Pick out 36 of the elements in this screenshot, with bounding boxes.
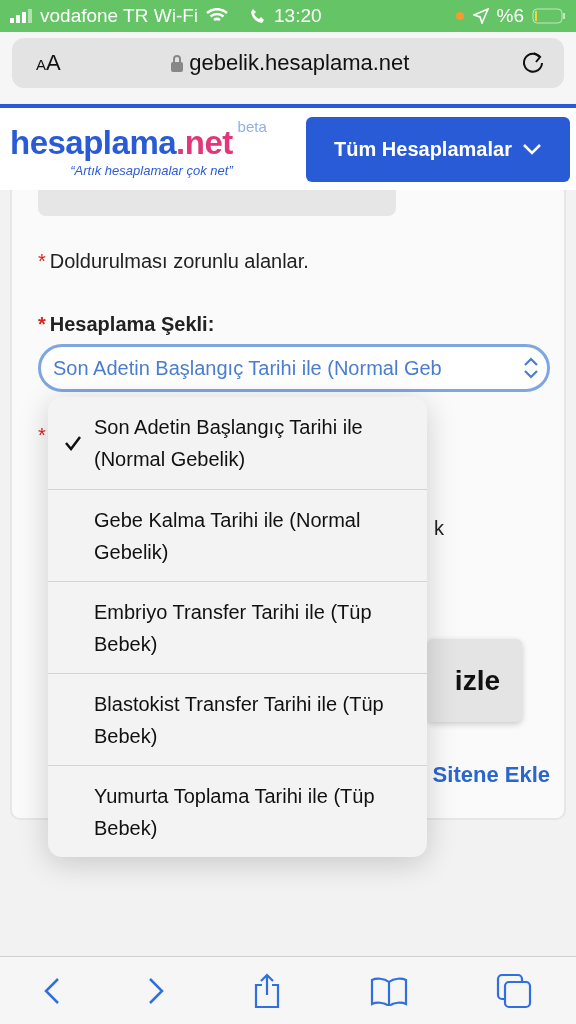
required-mark: * [38,424,46,447]
carrier-name: vodafone TR Wi-Fi [40,5,199,27]
chevron-down-icon [521,143,542,155]
dropdown-option[interactable]: Gebe Kalma Tarihi ile (Normal Gebelik) [48,489,427,581]
battery-icon [532,8,566,24]
checkmark-icon [64,435,82,451]
all-calculations-button[interactable]: Tüm Hesaplamalar [306,116,570,182]
url-text[interactable]: gebelik.hesaplama.net [189,50,410,76]
book-icon[interactable] [370,975,408,1006]
dropdown-option[interactable]: Blastokist Transfer Tarihi ile (Tüp Bebek) [48,673,427,765]
calculation-method-select[interactable]: Son Adetin Başlangıç Tarihi ile (Normal Geb [38,344,550,392]
calculate-button[interactable]: izle [427,639,522,722]
text-size-button[interactable]: AA [36,50,61,76]
required-mark: * [38,250,46,273]
text-fragment: k [434,517,444,540]
dropdown-option[interactable]: Embriyo Transfer Tarihi ile (Tüp Bebek) [48,581,427,673]
location-arrow-icon [472,8,489,24]
back-icon[interactable] [44,976,60,1005]
dropdown-option[interactable]: Son Adetin Başlangıç Tarihi ile (Normal Gebelik) [48,397,427,489]
field-label: Hesaplama Şekli: [49,313,215,336]
tabs-icon[interactable] [496,972,532,1009]
lock-icon [171,54,184,72]
clock-time: 13:20 [274,5,322,27]
share-icon[interactable] [252,972,282,1009]
forward-icon[interactable] [148,976,164,1005]
phone-icon [250,8,267,24]
battery-percent: %6 [496,5,524,27]
required-note: Doldurulması zorunlu alanlar. [49,250,309,273]
add-to-site-link[interactable]: Sitene Ekle [432,762,550,788]
up-down-chevron-icon [523,357,539,379]
reload-icon[interactable] [520,50,546,76]
recording-dot-icon [454,11,465,21]
signal-icon [10,9,32,23]
required-mark: * [38,313,46,336]
dropdown-option[interactable]: Yumurta Toplama Tarihi ile (Tüp Bebek) [48,765,427,857]
wifi-icon [206,8,229,24]
